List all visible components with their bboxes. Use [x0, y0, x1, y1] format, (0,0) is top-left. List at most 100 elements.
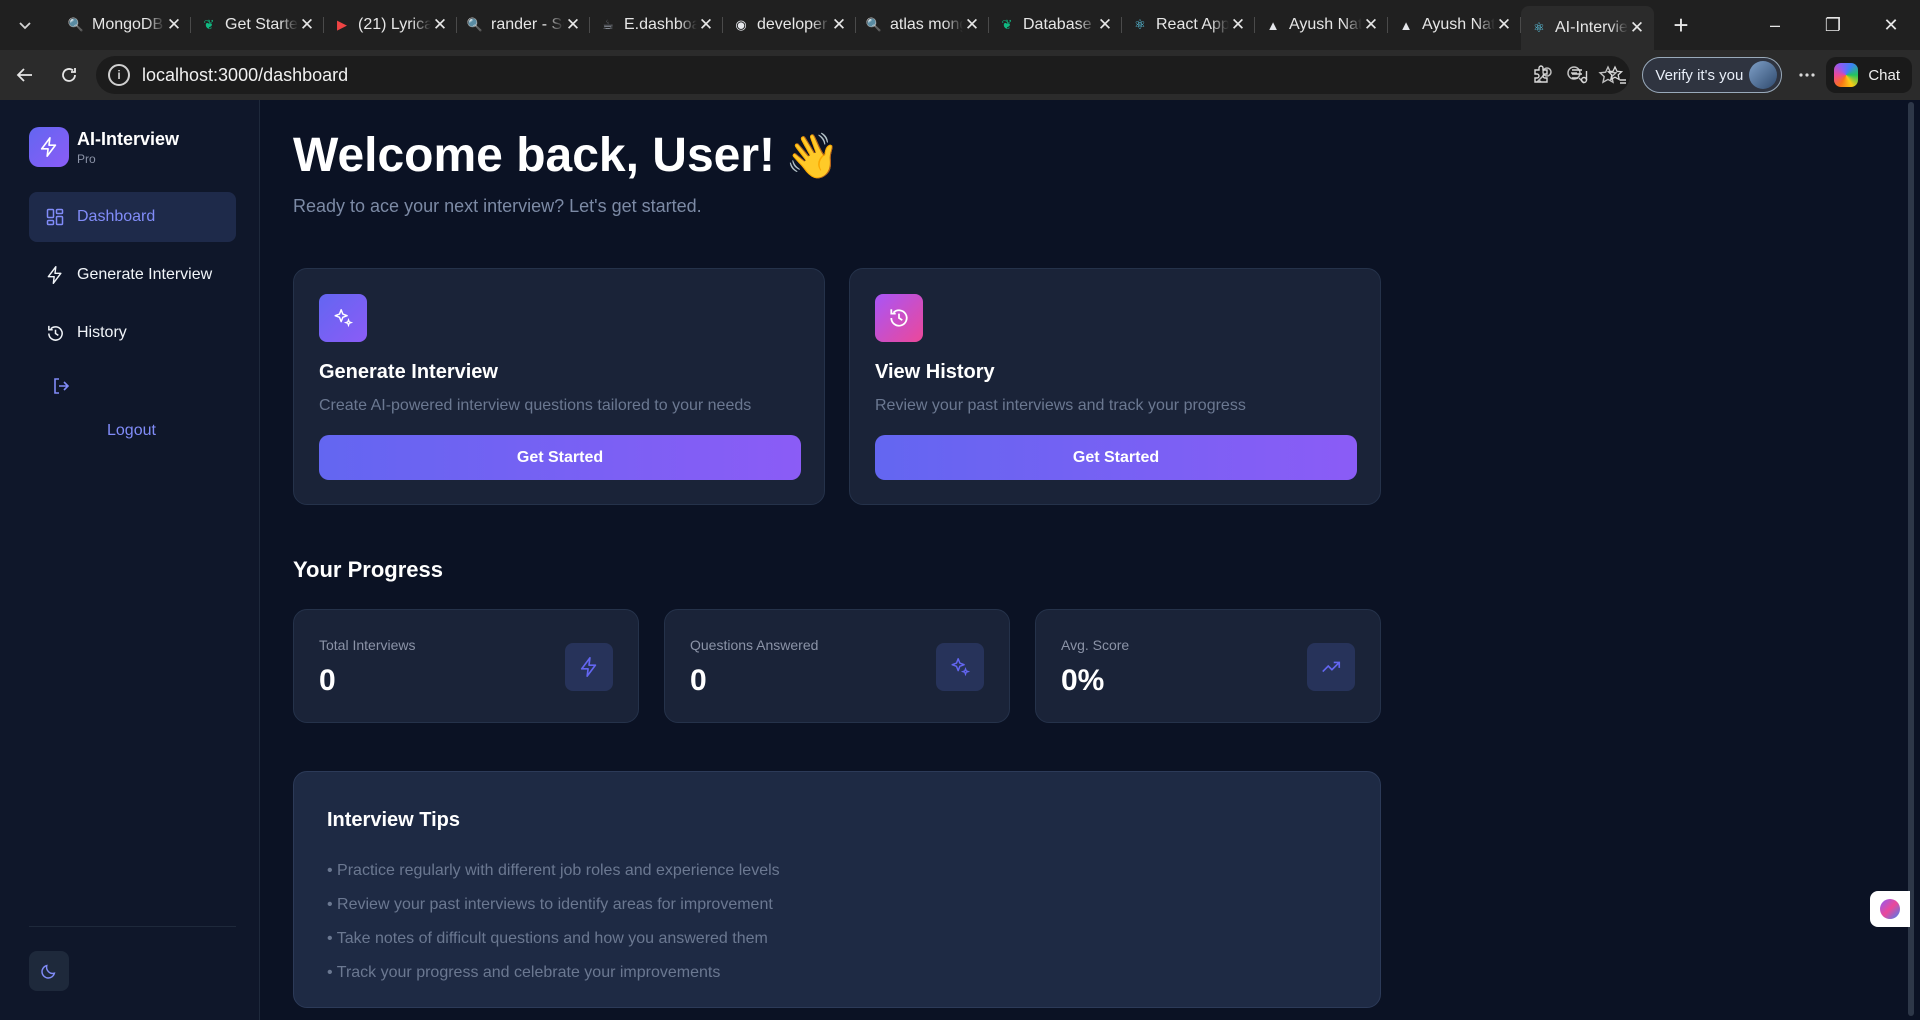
site-info-icon[interactable]: i — [108, 64, 130, 86]
grid-icon — [44, 206, 66, 228]
close-tab-icon[interactable]: ✕ — [963, 15, 981, 35]
close-tab-icon[interactable]: ✕ — [1229, 15, 1247, 35]
logout-icon — [51, 376, 73, 398]
close-tab-icon[interactable]: ✕ — [1628, 18, 1646, 38]
theme-toggle-button[interactable] — [29, 951, 69, 991]
stat-avg-score: Avg. Score 0% — [1035, 609, 1381, 723]
history-get-started-button[interactable]: Get Started — [875, 435, 1357, 480]
leaf-icon: ❦ — [203, 17, 215, 32]
close-tab-icon[interactable]: ✕ — [697, 15, 715, 35]
leaf-icon: ❦ — [1001, 17, 1013, 32]
browser-tabs: 🔍MongoDB✕❦Get Started✕▶(21) Lyrical✕🔍ran… — [58, 0, 1654, 50]
tips-list: Practice regularly with different job ro… — [327, 854, 780, 990]
close-tab-icon[interactable]: ✕ — [1096, 15, 1114, 35]
address-bar[interactable]: i localhost:3000/dashboard — [96, 56, 1630, 94]
verify-profile-button[interactable]: Verify it's you — [1642, 57, 1783, 93]
media-control-icon[interactable] — [1560, 56, 1598, 94]
favorites-icon[interactable] — [1598, 56, 1636, 94]
page-scrollbar[interactable] — [1908, 102, 1914, 1016]
browser-tab[interactable]: ❦ Get Started✕ — [191, 6, 324, 44]
logout-label: Logout — [107, 422, 156, 439]
browser-tab[interactable]: ▲ Ayush Nath✕ — [1388, 6, 1521, 44]
browser-tab[interactable]: ⚛ React App ✕ — [1122, 6, 1255, 44]
sidebar-divider — [29, 926, 236, 927]
github-icon: ◉ — [735, 17, 747, 32]
brand[interactable]: AI-Interview Pro — [29, 127, 179, 167]
react-icon: ⚛ — [1134, 17, 1146, 32]
search-icon: 🔍 — [466, 17, 484, 32]
close-tab-icon[interactable]: ✕ — [1362, 15, 1380, 35]
copilot-chat-button[interactable]: Chat — [1826, 57, 1912, 93]
browser-tab[interactable]: 🔍 atlas mongo✕ — [856, 6, 989, 44]
search-icon: 🔍 — [865, 17, 883, 32]
more-options-icon[interactable] — [1788, 56, 1826, 94]
browser-toolbar: i localhost:3000/dashboard Verify it's y… — [0, 50, 1920, 100]
browser-tab[interactable]: 🔍 MongoDB ✕ — [58, 6, 191, 44]
close-tab-icon[interactable]: ✕ — [1495, 15, 1513, 35]
browser-toolbar-right: Verify it's you Chat — [1522, 50, 1920, 100]
tab-title: Get Started — [225, 16, 298, 33]
stat-questions-answered: Questions Answered 0 — [664, 609, 1010, 723]
close-tab-icon[interactable]: ✕ — [298, 15, 316, 35]
interview-tips-card: Interview Tips Practice regularly with d… — [293, 771, 1381, 1008]
logout-button[interactable]: Logout — [29, 370, 236, 440]
sidebar-item-dashboard[interactable]: Dashboard — [29, 192, 236, 242]
browser-tab-bar: 🔍MongoDB✕❦Get Started✕▶(21) Lyrical✕🔍ran… — [0, 0, 1920, 50]
tab-title: atlas mongo — [890, 16, 963, 33]
youtube-icon: ▶ — [337, 17, 347, 32]
browser-tab[interactable]: ❦ Database ✕ — [989, 6, 1122, 44]
stat-value: 0% — [1061, 664, 1105, 697]
brand-name: AI-Interview — [77, 128, 180, 149]
sidebar-item-history[interactable]: History — [29, 308, 236, 358]
progress-section-title: Your Progress — [293, 557, 443, 582]
triangle-icon: ▲ — [1399, 17, 1413, 33]
brain-icon — [1880, 899, 1900, 919]
card-title: Generate Interview — [319, 361, 498, 383]
trending-up-icon — [1307, 643, 1355, 691]
tab-title: E.dashboard — [624, 16, 697, 33]
sidebar-item-label: Generate Interview — [77, 266, 213, 283]
copilot-icon — [1834, 63, 1859, 87]
stat-value: 0 — [690, 664, 707, 697]
moon-icon — [41, 964, 56, 979]
brand-plan: Pro — [77, 151, 96, 166]
card-title: View History — [875, 361, 995, 383]
view-history-card: View History Review your past interviews… — [849, 268, 1381, 505]
tab-title: rander - Search — [491, 16, 564, 33]
tab-actions-menu-icon[interactable] — [6, 6, 44, 44]
close-tab-icon[interactable]: ✕ — [564, 15, 582, 35]
list-item: Take notes of difficult questions and ho… — [327, 922, 780, 956]
browser-tab[interactable]: ☕ E.dashboard✕ — [590, 6, 723, 44]
tab-title: MongoDB — [92, 16, 164, 33]
floating-assistant-button[interactable] — [1870, 891, 1910, 927]
browser-tab[interactable]: ⚛ AI-Interview✕ — [1521, 6, 1654, 50]
close-tab-icon[interactable]: ✕ — [431, 15, 449, 35]
tab-title: developer — [757, 16, 828, 33]
list-item: Practice regularly with different job ro… — [327, 854, 780, 888]
sidebar-item-label: Dashboard — [77, 208, 156, 225]
url-text[interactable]: localhost:3000/dashboard — [142, 65, 348, 86]
verify-label: Verify it's you — [1655, 66, 1744, 84]
browser-tab[interactable]: ▲ Ayush Nath✕ — [1255, 6, 1388, 44]
history-icon — [44, 322, 66, 344]
back-button[interactable] — [6, 56, 44, 94]
browser-tab[interactable]: ◉ developer ✕ — [723, 6, 856, 44]
history-icon — [875, 294, 923, 342]
close-tab-icon[interactable]: ✕ — [830, 15, 848, 35]
reload-button[interactable] — [50, 56, 88, 94]
browser-tab[interactable]: ▶ (21) Lyrical ✕ — [324, 6, 457, 44]
new-tab-button[interactable]: + — [1662, 6, 1700, 44]
tab-title: AI-Interview — [1555, 19, 1628, 36]
close-window-icon[interactable]: ✕ — [1862, 0, 1920, 50]
close-tab-icon[interactable]: ✕ — [165, 15, 183, 35]
extensions-icon[interactable] — [1522, 56, 1560, 94]
page-subtitle: Ready to ace your next interview? Let's … — [293, 196, 702, 216]
sidebar-item-generate-interview[interactable]: Generate Interview — [29, 250, 236, 300]
minimize-icon[interactable]: – — [1746, 0, 1804, 50]
restore-icon[interactable]: ❐ — [1804, 0, 1862, 50]
generate-get-started-button[interactable]: Get Started — [319, 435, 801, 480]
page-title: Welcome back, User! 👋 — [293, 129, 840, 182]
avatar — [1749, 61, 1778, 89]
card-description: Review your past interviews and track yo… — [875, 397, 1246, 414]
browser-tab[interactable]: 🔍 rander - Search✕ — [457, 6, 590, 44]
